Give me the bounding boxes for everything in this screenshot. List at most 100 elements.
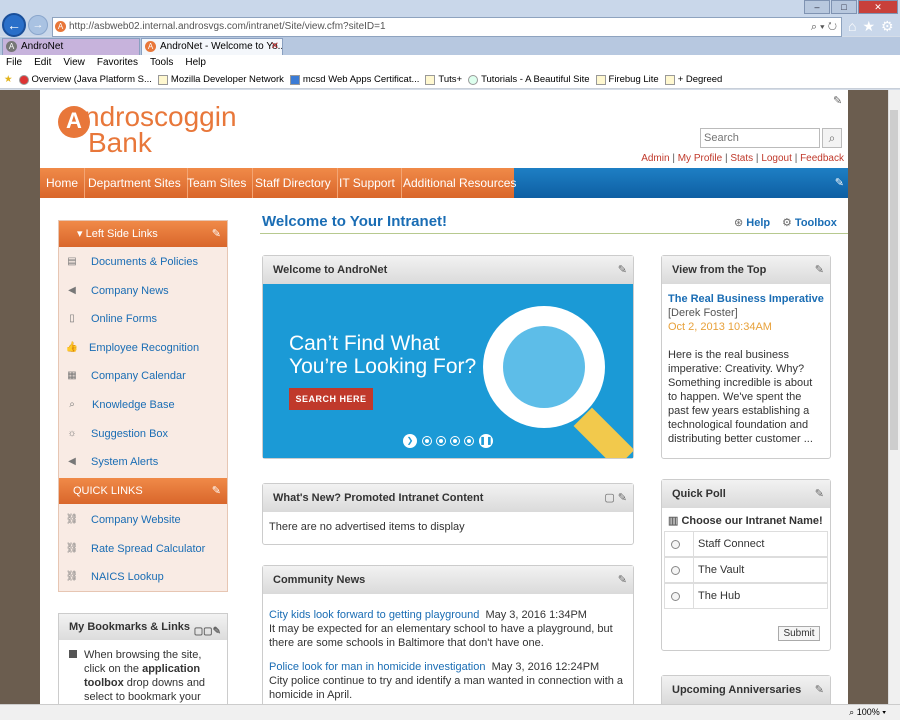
maximize-button[interactable]: □: [831, 0, 857, 14]
help-link[interactable]: ⊛ Help: [734, 216, 770, 229]
edit-pencil-icon[interactable]: ✎: [833, 94, 842, 107]
article-title-link[interactable]: The Real Business Imperative: [668, 292, 824, 306]
search-input[interactable]: [700, 128, 820, 148]
favorite-link[interactable]: Tuts+: [425, 71, 462, 88]
slide-dot[interactable]: [423, 437, 431, 445]
link-online-forms[interactable]: ▯ Online Forms: [59, 308, 227, 330]
link-system-alerts[interactable]: ◀ System Alerts: [59, 451, 227, 473]
tab-andronet-welcome[interactable]: A AndroNet - Welcome to Yo... ✕: [141, 38, 283, 55]
poll-submit-button[interactable]: Submit: [778, 626, 820, 641]
admin-link[interactable]: Admin: [641, 153, 669, 164]
link-knowledge-base[interactable]: ⌕ Knowledge Base: [59, 394, 227, 416]
nav-it-support[interactable]: IT Support: [333, 168, 402, 198]
nav-home[interactable]: Home: [40, 168, 86, 198]
link-suggestion-box[interactable]: ☼ Suggestion Box: [59, 423, 227, 445]
add-edit-icon[interactable]: ▢ ✎: [604, 484, 627, 512]
menu-view[interactable]: View: [63, 55, 85, 71]
feedback-link[interactable]: Feedback: [800, 153, 844, 164]
menu-tools[interactable]: Tools: [150, 55, 173, 71]
pause-icon[interactable]: ❚❚: [479, 434, 493, 448]
nav-additional-resources[interactable]: Additional Resources: [397, 168, 522, 198]
edit-pencil-icon[interactable]: ✎: [618, 566, 627, 594]
stats-link[interactable]: Stats: [730, 153, 753, 164]
nav-department-sites[interactable]: Department Sites: [82, 168, 188, 198]
edit-pencil-icon[interactable]: ✎: [815, 480, 824, 508]
poll-option[interactable]: The Hub: [664, 583, 828, 609]
link-company-news[interactable]: ◀ Company News: [59, 280, 227, 302]
vft-body: The Real Business Imperative [Derek Fost…: [662, 284, 830, 454]
toolbox-link[interactable]: ⚙ Toolbox: [782, 216, 837, 229]
news-body: It may be expected for an elementary sch…: [269, 623, 613, 649]
menu-favorites[interactable]: Favorites: [97, 55, 138, 71]
link-rate-spread-calculator[interactable]: ⛓ Rate Spread Calculator: [59, 538, 227, 560]
java-icon: [18, 74, 29, 85]
poll-option[interactable]: Staff Connect: [664, 531, 828, 557]
menu-help[interactable]: Help: [185, 55, 206, 71]
link-documents-policies[interactable]: ▤ Documents & Policies: [59, 251, 227, 273]
back-button[interactable]: ←: [2, 13, 26, 37]
favorite-link[interactable]: + Degreed: [664, 71, 723, 88]
search-refresh-icon[interactable]: ⌕ ▾ ↻: [811, 18, 837, 36]
radio-button[interactable]: [671, 592, 680, 601]
close-tab-icon[interactable]: ✕: [271, 39, 279, 55]
link-company-calendar[interactable]: ▦ Company Calendar: [59, 365, 227, 387]
search-here-button[interactable]: SEARCH HERE: [289, 388, 373, 410]
magnifier-icon: ⌕: [69, 399, 75, 410]
page-icon: [664, 74, 675, 85]
link-chain-icon: ⛓: [65, 571, 79, 582]
edit-pencil-icon[interactable]: ✎: [815, 676, 824, 704]
favorite-link[interactable]: Firebug Lite: [595, 71, 659, 88]
scrollbar-thumb[interactable]: [890, 110, 898, 450]
logout-link[interactable]: Logout: [761, 153, 792, 164]
news-title-link[interactable]: City kids look forward to getting playgr…: [269, 609, 479, 621]
address-bar[interactable]: A http://asbweb02.internal.androsvgs.com…: [52, 17, 842, 37]
poll-option[interactable]: The Vault: [664, 557, 828, 583]
zoom-level[interactable]: ⌕ 100% ▾: [849, 705, 886, 720]
forward-button[interactable]: →: [28, 15, 48, 35]
favorites-star-icon[interactable]: ★: [862, 18, 875, 35]
favorites-star-icon[interactable]: ★: [4, 71, 13, 88]
news-item: City kids look forward to getting playgr…: [269, 608, 627, 650]
search-icon[interactable]: ⌕: [822, 128, 842, 148]
edit-pencil-icon[interactable]: ✎: [835, 176, 844, 189]
slide-dot[interactable]: [465, 437, 473, 445]
link-employee-recognition[interactable]: 👍 Employee Recognition: [59, 337, 227, 359]
nav-staff-directory[interactable]: Staff Directory: [249, 168, 338, 198]
edit-pencil-icon[interactable]: ✎: [815, 256, 824, 284]
favorite-link[interactable]: Overview (Java Platform S...: [18, 71, 152, 88]
link-naics-lookup[interactable]: ⛓ NAICS Lookup: [59, 566, 227, 588]
edit-pencil-icon[interactable]: ✎: [618, 256, 627, 284]
favorite-link[interactable]: Mozilla Developer Network: [157, 71, 284, 88]
carousel-banner[interactable]: Can’t Find What You’re Looking For? SEAR…: [263, 284, 633, 458]
quick-links-header[interactable]: QUICK LINKS ✎: [59, 478, 227, 504]
left-side-links-header[interactable]: ▾ Left Side Links ✎: [59, 221, 227, 247]
my-profile-link[interactable]: My Profile: [678, 153, 722, 164]
tab-label: AndroNet: [21, 41, 64, 52]
quick-poll-panel: Quick Poll ✎ ▥ Choose our Intranet Name! …: [661, 479, 831, 651]
favorite-label: + Degreed: [677, 74, 723, 85]
bookmarks-text: When browsing the site, click on the app…: [59, 640, 227, 704]
slide-dot[interactable]: [451, 437, 459, 445]
next-slide-icon[interactable]: ❯: [403, 434, 417, 448]
link-chain-icon: ⛓: [65, 543, 79, 554]
panel-header: Community News ✎: [263, 566, 633, 594]
edit-pencil-icon[interactable]: ✎: [212, 478, 221, 504]
settings-gear-icon[interactable]: ⚙: [881, 18, 894, 35]
menu-edit[interactable]: Edit: [34, 55, 51, 71]
radio-button[interactable]: [671, 566, 680, 575]
favorite-link[interactable]: mcsd Web Apps Certificat...: [289, 71, 419, 88]
favorite-link[interactable]: Tutorials - A Beautiful Site: [468, 71, 590, 88]
news-title-link[interactable]: Police look for man in homicide investig…: [269, 661, 485, 673]
link-company-website[interactable]: ⛓ Company Website: [59, 509, 227, 531]
menu-file[interactable]: File: [6, 55, 22, 71]
nav-team-sites[interactable]: Team Sites: [181, 168, 254, 198]
home-icon[interactable]: ⌂: [848, 18, 856, 35]
bank-logo[interactable]: ndroscoggin Bank: [62, 103, 237, 157]
tab-andronet[interactable]: A AndroNet: [2, 38, 140, 55]
radio-button[interactable]: [671, 540, 680, 549]
slide-dot[interactable]: [437, 437, 445, 445]
close-window-button[interactable]: ✕: [858, 0, 898, 14]
edit-pencil-icon[interactable]: ✎: [212, 221, 221, 247]
article-date: Oct 2, 2013 10:34AM: [668, 321, 772, 333]
minimize-button[interactable]: –: [804, 0, 830, 14]
